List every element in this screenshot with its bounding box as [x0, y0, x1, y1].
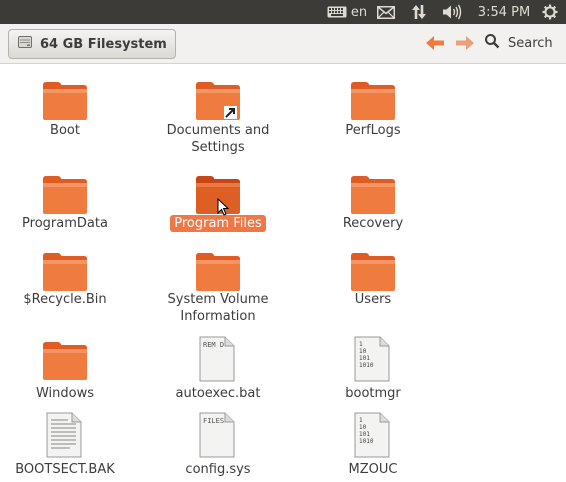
keyboard-icon[interactable] [325, 0, 349, 24]
network-icon[interactable] [407, 0, 431, 24]
search-icon [484, 33, 500, 53]
drive-icon [17, 34, 33, 54]
document-file-icon [42, 412, 88, 458]
folder-windows[interactable]: Windows [0, 340, 130, 410]
file-preview: REM D [203, 341, 224, 349]
arrow-left-icon[interactable] [424, 34, 446, 52]
file-grid: Boot Documents and Settings PerfLogs Prog… [0, 64, 566, 482]
file-name: autoexec.bat [175, 386, 261, 401]
language-indicator[interactable]: en [348, 0, 370, 24]
file-bootmgr[interactable]: 1 10 101 1010 bootmgr [308, 336, 438, 406]
location-label: 64 GB Filesystem [40, 36, 167, 52]
svg-text:1010: 1010 [359, 362, 374, 369]
folder-documents-and-settings[interactable]: Documents and Settings [153, 80, 283, 160]
file-name: BOOTSECT.BAK [15, 462, 115, 477]
folder-link-icon [195, 80, 241, 126]
file-name: config.sys [185, 462, 251, 477]
file-preview: FILES [203, 417, 224, 425]
svg-text:101: 101 [359, 431, 370, 438]
file-name: Documents and Settings [166, 123, 270, 155]
file-name: Boot [50, 123, 80, 138]
svg-text:101: 101 [359, 355, 370, 362]
file-name: MZOUC [348, 462, 398, 477]
folder-users[interactable]: Users [308, 251, 438, 331]
folder-program-files[interactable]: Program Files [153, 174, 283, 244]
svg-text:10: 10 [359, 348, 367, 355]
svg-text:1: 1 [359, 417, 363, 424]
folder-icon [350, 174, 396, 220]
search-label: Search [508, 35, 553, 51]
folder-perflogs[interactable]: PerfLogs [308, 80, 438, 160]
text-file-icon: FILES [195, 412, 241, 458]
svg-text:10: 10 [359, 424, 367, 431]
folder-boot[interactable]: Boot [0, 80, 130, 160]
arrow-right-icon[interactable] [454, 34, 476, 52]
file-name: System Volume Information [167, 292, 269, 324]
file-name: Users [354, 292, 392, 307]
file-bootsect-bak[interactable]: BOOTSECT.BAK [0, 412, 130, 482]
file-mzouc[interactable]: 1 10 101 1010 MZOUC [308, 412, 438, 482]
toolbar: 64 GB Filesystem Search [0, 24, 566, 64]
folder-recovery[interactable]: Recovery [308, 174, 438, 244]
binary-file-icon: 1 10 101 1010 [350, 336, 396, 382]
mail-icon[interactable] [375, 0, 397, 24]
file-name: ProgramData [22, 216, 108, 231]
folder-icon [42, 340, 88, 386]
volume-icon[interactable] [440, 0, 464, 24]
svg-text:1010: 1010 [359, 438, 374, 445]
search-button[interactable]: Search [484, 33, 553, 53]
file-autoexec-bat[interactable]: REM D autoexec.bat [153, 336, 283, 406]
file-name: $Recycle.Bin [23, 292, 107, 307]
binary-file-icon: 1 10 101 1010 [350, 412, 396, 458]
gear-icon[interactable] [539, 0, 561, 24]
file-config-sys[interactable]: FILES config.sys [153, 412, 283, 482]
file-name: Recovery [342, 216, 404, 231]
folder-programdata[interactable]: ProgramData [0, 174, 130, 244]
text-file-icon: REM D [195, 336, 241, 382]
location-button[interactable]: 64 GB Filesystem [8, 29, 176, 59]
mouse-cursor-icon [217, 197, 230, 221]
file-name: bootmgr [345, 386, 401, 401]
folder-icon [42, 80, 88, 126]
folder-icon [42, 174, 88, 220]
folder-recycle-bin[interactable]: $Recycle.Bin [0, 251, 130, 331]
svg-text:1: 1 [359, 341, 363, 348]
clock[interactable]: 3:54 PM [474, 0, 534, 24]
file-name: PerfLogs [345, 123, 401, 138]
folder-system-volume-information[interactable]: System Volume Information [153, 251, 283, 331]
top-panel: en 3:54 PM [0, 0, 566, 24]
file-name: Windows [35, 386, 95, 401]
folder-icon [350, 80, 396, 126]
